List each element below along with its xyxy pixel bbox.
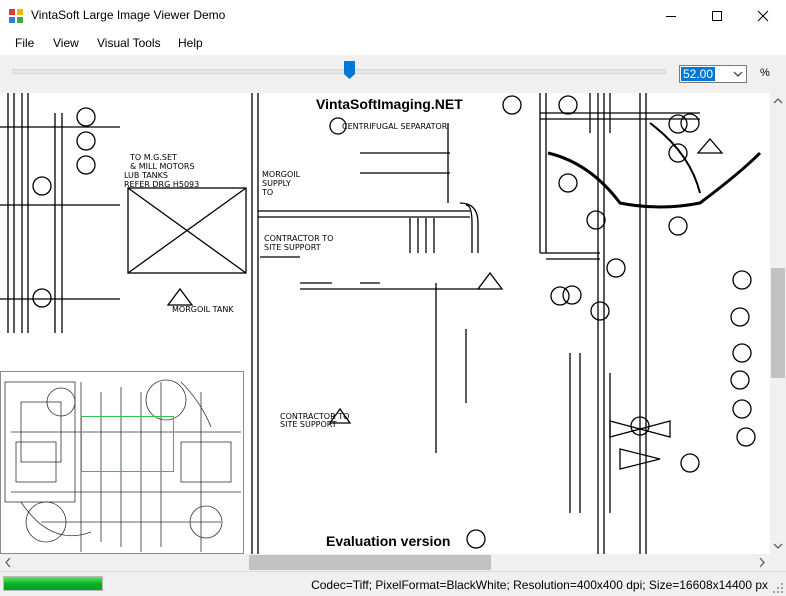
minimize-icon: [666, 15, 676, 17]
image-info-text: Codec=Tiff; PixelFormat=BlackWhite; Reso…: [311, 578, 768, 592]
app-icon: [9, 9, 23, 23]
close-icon: [757, 10, 769, 21]
zoom-toolbar: 52.00 %: [0, 55, 786, 93]
chevron-down-icon: [773, 543, 783, 549]
zoom-slider-track[interactable]: [12, 69, 666, 74]
chevron-up-icon: [773, 98, 783, 104]
image-viewer[interactable]: CENTRIFUGAL SEPARATOR MORGOIL SUPPLY TO CO…: [0, 93, 770, 554]
horizontal-scroll-thumb: [249, 555, 491, 570]
svg-text:SITE SUPPORT: SITE SUPPORT: [264, 243, 321, 252]
progress-bar-fill: [4, 577, 102, 590]
svg-text:CENTRIFUGAL SEPARATOR: CENTRIFUGAL SEPARATOR: [342, 122, 448, 131]
svg-text:TO: TO: [261, 188, 273, 197]
window-title: VintaSoft Large Image Viewer Demo: [31, 8, 226, 22]
chevron-right-icon: [759, 557, 765, 568]
menu-help[interactable]: Help: [178, 36, 203, 50]
progress-bar: [3, 576, 103, 591]
watermark-top: VintaSoftImaging.NET: [316, 96, 463, 112]
svg-text:SITE SUPPORT: SITE SUPPORT: [280, 420, 337, 429]
watermark-bottom: Evaluation version: [326, 533, 451, 549]
zoom-slider-thumb[interactable]: [344, 61, 355, 79]
vertical-scroll-thumb: [771, 268, 785, 378]
svg-text:MORGOIL: MORGOIL: [262, 170, 301, 179]
menu-bar: File View Visual Tools Help: [0, 31, 786, 55]
menu-view[interactable]: View: [53, 36, 79, 50]
zoom-combobox[interactable]: 52.00: [679, 65, 747, 83]
chevron-left-icon: [5, 557, 11, 568]
svg-text:& MILL MOTORS: & MILL MOTORS: [130, 162, 195, 171]
svg-text:MORGOIL TANK: MORGOIL TANK: [172, 305, 234, 314]
menu-visual-tools[interactable]: Visual Tools: [97, 36, 161, 50]
scrollbar-corner: [770, 554, 786, 571]
svg-text:REFER DRG H5093: REFER DRG H5093: [124, 180, 199, 189]
svg-text:CONTRACTOR TO: CONTRACTOR TO: [264, 234, 333, 243]
maximize-button[interactable]: [694, 0, 740, 31]
horizontal-scrollbar[interactable]: [0, 554, 770, 571]
menu-file[interactable]: File: [15, 36, 34, 50]
zoom-value[interactable]: 52.00: [681, 67, 716, 81]
vertical-scrollbar[interactable]: [770, 93, 786, 554]
minimize-button[interactable]: [648, 0, 694, 31]
svg-text:LUB TANKS: LUB TANKS: [124, 171, 168, 180]
vertical-scrollbar-graphics: [771, 98, 785, 549]
horizontal-scrollbar-graphics: [5, 555, 765, 570]
chevron-down-icon[interactable]: [732, 69, 744, 79]
status-bar: Codec=Tiff; PixelFormat=BlackWhite; Reso…: [0, 571, 786, 596]
thumbnail-navigator[interactable]: [0, 371, 244, 554]
close-button[interactable]: [740, 0, 786, 31]
thumbnail-visible-area-frame[interactable]: [81, 416, 174, 472]
svg-text:SUPPLY: SUPPLY: [262, 179, 291, 188]
zoom-unit-label: %: [760, 67, 770, 79]
title-bar: VintaSoft Large Image Viewer Demo: [0, 0, 786, 31]
maximize-icon: [712, 10, 722, 21]
resize-grip-icon[interactable]: [773, 583, 784, 594]
svg-text:TO M.G.SET: TO M.G.SET: [129, 153, 177, 162]
